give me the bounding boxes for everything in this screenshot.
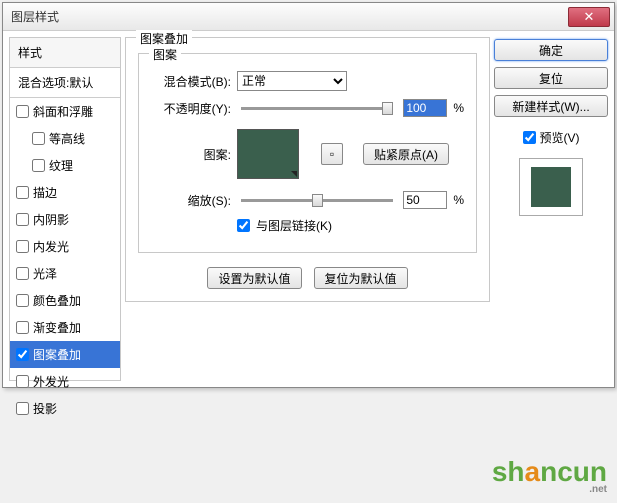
new-preset-icon: ▫ (330, 147, 334, 161)
style-checkbox[interactable] (16, 402, 29, 415)
scale-slider[interactable] (241, 199, 393, 202)
blend-mode-row: 混合模式(B): 正常 (151, 71, 464, 91)
blend-mode-label: 混合模式(B): (151, 73, 231, 90)
scale-thumb[interactable] (312, 194, 323, 207)
opacity-input[interactable] (403, 99, 447, 117)
default-buttons: 设置为默认值 复位为默认值 (138, 267, 477, 289)
percent-label-2: % (453, 193, 464, 207)
watermark: shancun .net (492, 456, 607, 495)
style-label: 渐变叠加 (33, 319, 81, 336)
right-panel: 确定 复位 新建样式(W)... 预览(V) (494, 37, 608, 381)
layer-style-dialog: 图层样式 ✕ 样式 混合选项:默认 斜面和浮雕等高线纹理描边内阴影内发光光泽颜色… (2, 2, 615, 388)
reset-default-button[interactable]: 复位为默认值 (314, 267, 408, 289)
style-item[interactable]: 纹理 (10, 152, 120, 179)
watermark-text: shancun (492, 456, 607, 487)
preview-checkbox[interactable] (523, 131, 536, 144)
style-checkbox[interactable] (16, 267, 29, 280)
opacity-label: 不透明度(Y): (151, 100, 231, 117)
style-checkbox[interactable] (16, 240, 29, 253)
style-checkbox[interactable] (32, 159, 45, 172)
style-checkbox[interactable] (16, 321, 29, 334)
style-label: 图案叠加 (33, 346, 81, 363)
link-layer-label: 与图层链接(K) (256, 217, 332, 234)
style-label: 颜色叠加 (33, 292, 81, 309)
pattern-subgroup: 图案 混合模式(B): 正常 不透明度(Y): (138, 53, 477, 253)
style-item[interactable]: 等高线 (10, 125, 120, 152)
style-label: 等高线 (49, 130, 85, 147)
style-label: 纹理 (49, 157, 73, 174)
center-panel: 图案叠加 图案 混合模式(B): 正常 不透明度(Y (125, 37, 490, 381)
preview-label: 预览(V) (540, 129, 580, 146)
styles-list: 样式 混合选项:默认 斜面和浮雕等高线纹理描边内阴影内发光光泽颜色叠加渐变叠加图… (9, 37, 121, 381)
scale-label: 缩放(S): (151, 192, 231, 209)
preview-row: 预览(V) (494, 129, 608, 146)
dialog-body: 样式 混合选项:默认 斜面和浮雕等高线纹理描边内阴影内发光光泽颜色叠加渐变叠加图… (3, 31, 614, 387)
set-default-button[interactable]: 设置为默认值 (207, 267, 301, 289)
opacity-slider[interactable] (241, 107, 393, 110)
style-checkbox[interactable] (16, 348, 29, 361)
ok-button[interactable]: 确定 (494, 39, 608, 61)
blend-options-header[interactable]: 混合选项:默认 (10, 68, 120, 98)
style-item[interactable]: 内阴影 (10, 206, 120, 233)
style-checkbox[interactable] (16, 105, 29, 118)
pattern-picker[interactable] (237, 129, 299, 179)
style-checkbox[interactable] (16, 186, 29, 199)
style-item[interactable]: 光泽 (10, 260, 120, 287)
style-checkbox[interactable] (16, 294, 29, 307)
pattern-overlay-group: 图案叠加 图案 混合模式(B): 正常 不透明度(Y (125, 37, 490, 302)
scale-row: 缩放(S): % (151, 191, 464, 209)
style-item[interactable]: 渐变叠加 (10, 314, 120, 341)
preview-box (519, 158, 583, 216)
style-label: 内阴影 (33, 211, 69, 228)
link-row: 与图层链接(K) (151, 217, 464, 234)
scale-input[interactable] (403, 191, 447, 209)
snap-origin-button[interactable]: 贴紧原点(A) (363, 143, 449, 165)
opacity-row: 不透明度(Y): % (151, 99, 464, 117)
style-item[interactable]: 描边 (10, 179, 120, 206)
subgroup-legend: 图案 (149, 46, 181, 63)
group-legend: 图案叠加 (136, 30, 192, 47)
styles-header[interactable]: 样式 (10, 38, 120, 68)
style-label: 内发光 (33, 238, 69, 255)
close-icon: ✕ (584, 9, 595, 25)
link-layer-checkbox[interactable] (237, 219, 250, 232)
pattern-row: 图案: ▫ 贴紧原点(A) (151, 129, 464, 179)
style-item[interactable]: 斜面和浮雕 (10, 98, 120, 125)
style-checkbox[interactable] (16, 375, 29, 388)
style-item[interactable]: 图案叠加 (10, 341, 120, 368)
style-label: 描边 (33, 184, 57, 201)
preview-swatch (531, 167, 571, 207)
style-item[interactable]: 外发光 (10, 368, 120, 395)
style-label: 光泽 (33, 265, 57, 282)
reset-button[interactable]: 复位 (494, 67, 608, 89)
style-label: 外发光 (33, 373, 69, 390)
close-button[interactable]: ✕ (568, 7, 610, 27)
style-item[interactable]: 内发光 (10, 233, 120, 260)
new-preset-button[interactable]: ▫ (321, 143, 343, 165)
opacity-thumb[interactable] (382, 102, 393, 115)
style-item[interactable]: 颜色叠加 (10, 287, 120, 314)
style-label: 投影 (33, 400, 57, 417)
style-item[interactable]: 投影 (10, 395, 120, 422)
new-style-button[interactable]: 新建样式(W)... (494, 95, 608, 117)
dialog-title: 图层样式 (11, 8, 568, 25)
pattern-label: 图案: (151, 146, 231, 163)
titlebar[interactable]: 图层样式 ✕ (3, 3, 614, 31)
style-checkbox[interactable] (16, 213, 29, 226)
blend-mode-select[interactable]: 正常 (237, 71, 347, 91)
style-checkbox[interactable] (32, 132, 45, 145)
style-label: 斜面和浮雕 (33, 103, 93, 120)
percent-label: % (453, 101, 464, 115)
